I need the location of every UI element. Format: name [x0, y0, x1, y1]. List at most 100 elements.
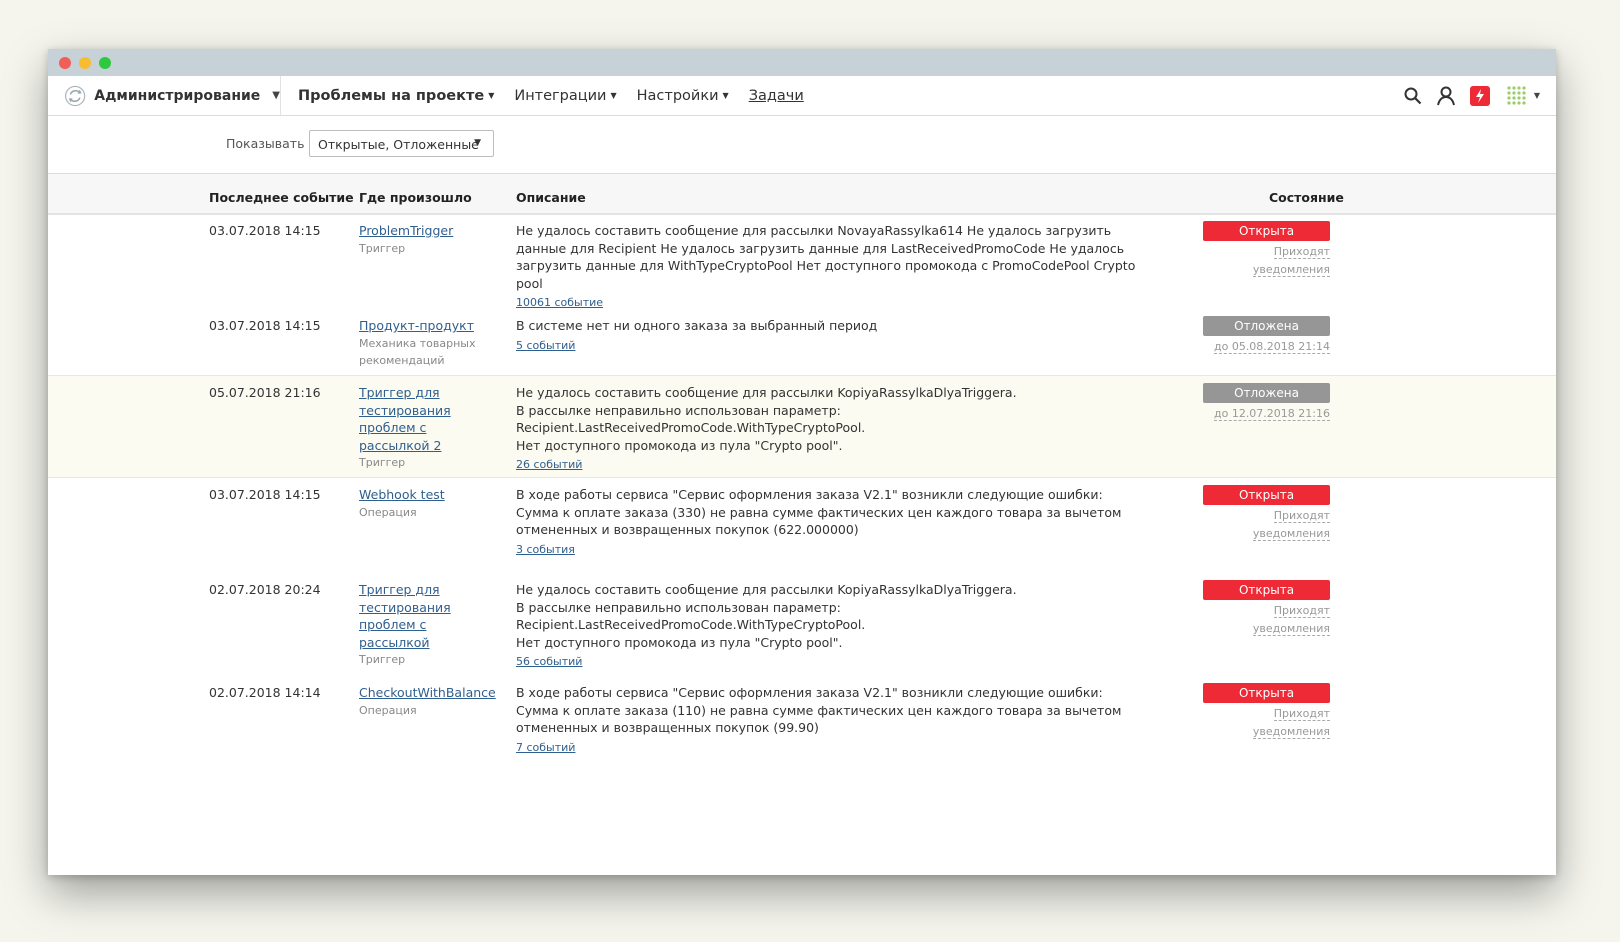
state-note[interactable]: Приходят уведомления [1203, 243, 1330, 278]
header-state: Состояние [1269, 190, 1344, 205]
status-badge[interactable]: Отложена [1203, 316, 1330, 336]
row-description: В ходе работы сервиса "Сервис оформления… [516, 684, 1141, 756]
row-description-text: В ходе работы сервиса "Сервис оформления… [516, 685, 1122, 735]
row-where-link[interactable]: Webhook test [359, 486, 499, 504]
status-filter-select[interactable]: Открытые, Отложенные ▼ [309, 130, 494, 157]
header-last-event: Последнее событие [209, 190, 354, 205]
row-date: 03.07.2018 14:15 [209, 487, 321, 502]
state-note-text: до 05.08.2018 21:14 [1213, 340, 1330, 354]
table-row[interactable]: 05.07.2018 21:16 Триггер для тестировани… [48, 375, 1556, 478]
row-where-type: Триггер [359, 653, 406, 666]
row-state: Отложена до 05.08.2018 21:14 [1203, 316, 1330, 356]
filter-bar: Показывать Открытые, Отложенные ▼ [48, 116, 1556, 174]
state-note-text: Приходят уведомления [1252, 509, 1330, 541]
status-badge[interactable]: Открыта [1203, 485, 1330, 505]
header-where: Где произошло [359, 190, 472, 205]
status-filter-value: Открытые, Отложенные [318, 137, 479, 152]
row-state: Открыта Приходят уведомления [1203, 683, 1330, 740]
state-note[interactable]: до 12.07.2018 21:16 [1203, 405, 1330, 423]
row-description-line: Нет доступного промокода из пула "Crypto… [516, 437, 843, 453]
status-badge[interactable]: Открыта [1203, 580, 1330, 600]
state-note-text: до 12.07.2018 21:16 [1213, 407, 1330, 421]
table-row[interactable]: 03.07.2018 14:15 Продукт-продукт Механик… [48, 308, 1556, 375]
state-note[interactable]: Приходят уведомления [1203, 705, 1330, 740]
status-badge[interactable]: Открыта [1203, 683, 1330, 703]
user-icon[interactable] [1436, 86, 1456, 106]
row-where: Триггер для тестирования проблем с рассы… [359, 384, 459, 471]
row-where: ProblemTrigger Триггер [359, 222, 499, 257]
nav-icons: ▼ [1390, 76, 1540, 115]
apps-grid-icon[interactable]: ▼ [1504, 83, 1540, 109]
row-where: CheckoutWithBalance Операция [359, 684, 499, 719]
close-window-button[interactable] [59, 57, 71, 69]
admin-menu-label: Администрирование [94, 87, 261, 104]
row-events-link[interactable]: 26 событий [516, 456, 582, 474]
menu-problems-label: Проблемы на проекте [298, 87, 485, 104]
menu-settings[interactable]: Настройки ▼ [637, 88, 729, 104]
row-description: Не удалось составить сообщение для рассы… [516, 384, 1156, 474]
status-badge[interactable]: Отложена [1203, 383, 1330, 403]
chevron-down-icon: ▼ [474, 138, 481, 148]
row-where-type: Механика товарных рекомендаций [359, 336, 476, 367]
row-where-type: Операция [359, 703, 417, 717]
search-icon[interactable] [1404, 87, 1422, 105]
table-row[interactable]: 02.07.2018 14:14 CheckoutWithBalance Опе… [48, 675, 1556, 770]
state-note[interactable]: Приходят уведомления [1203, 507, 1330, 542]
row-date: 05.07.2018 21:16 [209, 385, 321, 400]
filter-label: Показывать [226, 136, 305, 151]
row-where-type: Операция [359, 505, 417, 519]
row-state: Открыта Приходят уведомления [1203, 485, 1330, 542]
row-date: 02.07.2018 20:24 [209, 582, 321, 597]
state-note-text: Приходят уведомления [1252, 604, 1330, 636]
row-where-link[interactable]: Триггер для тестирования проблем с рассы… [359, 581, 459, 651]
row-where-link[interactable]: CheckoutWithBalance [359, 684, 499, 702]
row-where-link[interactable]: Триггер для тестирования проблем с рассы… [359, 384, 459, 454]
state-note[interactable]: до 05.08.2018 21:14 [1203, 338, 1330, 356]
row-state: Открыта Приходят уведомления [1203, 580, 1330, 637]
row-state: Отложена до 12.07.2018 21:16 [1203, 383, 1330, 423]
row-where: Продукт-продукт Механика товарных рекоме… [359, 317, 499, 369]
row-date: 02.07.2018 14:14 [209, 685, 321, 700]
menu-problems[interactable]: Проблемы на проекте ▼ [298, 88, 494, 104]
menu-integrations-label: Интеграции [514, 87, 607, 104]
window-titlebar [48, 49, 1556, 76]
row-description: Не удалось составить сообщение для рассы… [516, 581, 1156, 671]
status-badge[interactable]: Открыта [1203, 221, 1330, 241]
row-events-link[interactable]: 7 событий [516, 739, 575, 757]
chevron-down-icon: ▼ [610, 90, 617, 100]
row-description-text: Не удалось составить сообщение для рассы… [516, 223, 1136, 291]
table-row[interactable]: 02.07.2018 20:24 Триггер для тестировани… [48, 572, 1556, 675]
chevron-down-icon: ▼ [272, 90, 280, 101]
chevron-down-icon: ▼ [722, 90, 729, 100]
app-window: Администрирование ▼ Проблемы на проекте ▼… [48, 49, 1556, 875]
row-where-type: Триггер [359, 241, 406, 255]
main-menu: Проблемы на проекте ▼ Интеграции ▼ Настрой… [298, 76, 824, 115]
admin-menu[interactable]: Администрирование ▼ [64, 76, 281, 115]
row-date: 03.07.2018 14:15 [209, 318, 321, 333]
row-description-line: В рассылке неправильно использован парам… [516, 599, 866, 633]
row-description-text: В ходе работы сервиса "Сервис оформления… [516, 487, 1122, 537]
state-note[interactable]: Приходят уведомления [1203, 602, 1330, 637]
menu-tasks[interactable]: Задачи [749, 88, 804, 104]
chevron-down-icon[interactable]: ▼ [1534, 91, 1540, 100]
menu-settings-label: Настройки [636, 87, 719, 104]
row-where-link[interactable]: ProblemTrigger [359, 222, 499, 240]
row-events-link[interactable]: 3 события [516, 541, 575, 559]
state-note-text: Приходят уведомления [1252, 707, 1330, 739]
table-row[interactable]: 03.07.2018 14:15 Webhook test Операция В… [48, 477, 1556, 572]
row-events-link[interactable]: 56 событий [516, 653, 582, 671]
row-where-link[interactable]: Продукт-продукт [359, 317, 499, 335]
row-description-text: В системе нет ни одного заказа за выбран… [516, 318, 878, 333]
row-description-line: Не удалось составить сообщение для рассы… [516, 385, 1017, 400]
row-description-line: Не удалось составить сообщение для рассы… [516, 582, 1017, 597]
lightning-icon[interactable] [1469, 85, 1490, 106]
menu-integrations[interactable]: Интеграции ▼ [514, 88, 616, 104]
table-row[interactable]: 03.07.2018 14:15 ProblemTrigger Триггер … [48, 213, 1556, 309]
maximize-window-button[interactable] [99, 57, 111, 69]
minimize-window-button[interactable] [79, 57, 91, 69]
row-description-line: В рассылке неправильно использован парам… [516, 402, 866, 436]
row-events-link[interactable]: 5 событий [516, 337, 575, 355]
state-note-text: Приходят уведомления [1252, 245, 1330, 277]
row-where: Триггер для тестирования проблем с рассы… [359, 581, 459, 668]
row-where: Webhook test Операция [359, 486, 499, 521]
